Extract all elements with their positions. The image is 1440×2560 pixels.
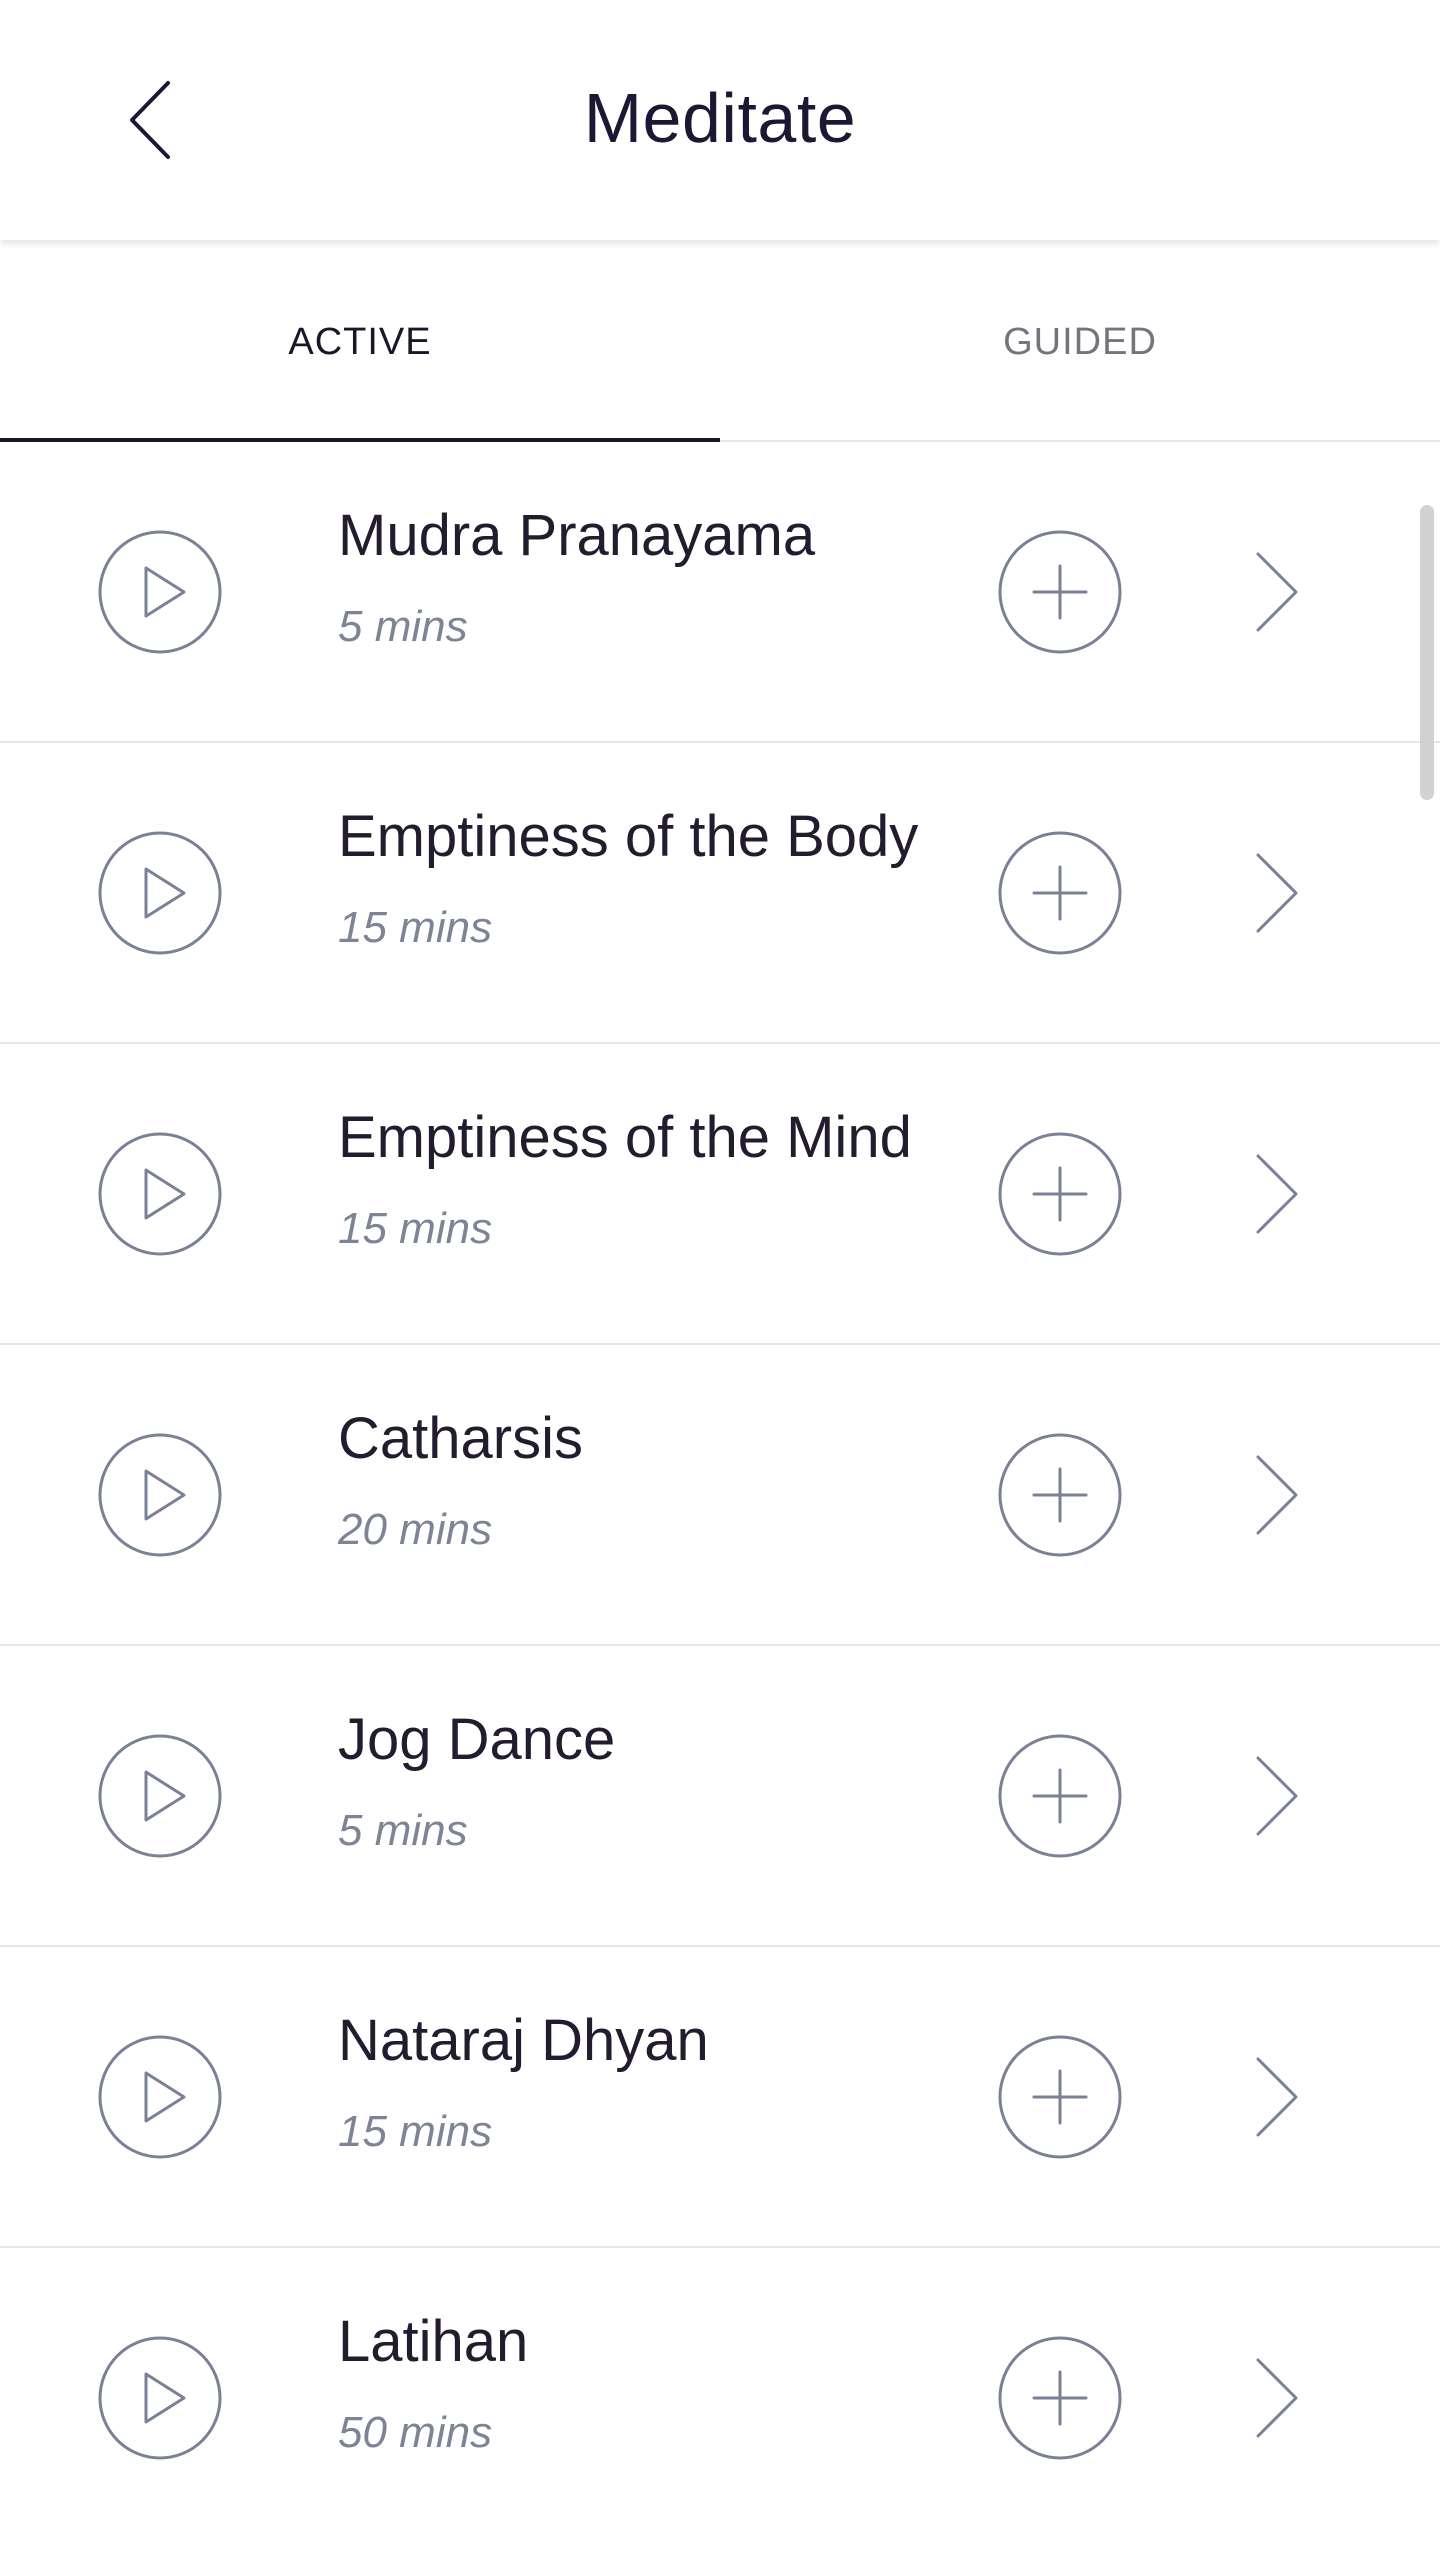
item-duration: 50 mins — [338, 2408, 493, 2457]
play-button[interactable] — [96, 2033, 224, 2161]
tab-active[interactable]: ACTIVE — [0, 244, 720, 440]
chevron-right-icon[interactable] — [1236, 1445, 1316, 1545]
item-title: Nataraj Dhyan — [338, 2008, 709, 2073]
chevron-right-icon[interactable] — [1236, 843, 1316, 943]
play-button[interactable] — [96, 1732, 224, 1860]
list-item[interactable]: Catharsis 20 mins — [0, 1345, 1440, 1646]
item-duration: 5 mins — [338, 1806, 468, 1855]
item-duration: 15 mins — [338, 2107, 493, 2156]
play-button[interactable] — [96, 829, 224, 957]
play-button[interactable] — [96, 1130, 224, 1258]
list-item[interactable]: Nataraj Dhyan 15 mins — [0, 1947, 1440, 2248]
add-button[interactable] — [996, 2033, 1124, 2161]
chevron-right-icon[interactable] — [1236, 2348, 1316, 2448]
item-title: Catharsis — [338, 1406, 583, 1471]
list-item[interactable]: Latihan 50 mins — [0, 2248, 1440, 2549]
item-duration: 5 mins — [338, 602, 468, 651]
scrollbar-thumb[interactable] — [1420, 505, 1434, 800]
list-item[interactable]: Emptiness of the Mind 15 mins — [0, 1044, 1440, 1345]
list-item[interactable]: Mudra Pranayama 5 mins — [0, 442, 1440, 743]
chevron-right-icon[interactable] — [1236, 1746, 1316, 1846]
item-duration: 20 mins — [338, 1505, 493, 1554]
chevron-right-icon[interactable] — [1236, 1144, 1316, 1244]
item-title: Latihan — [338, 2309, 529, 2374]
item-duration: 15 mins — [338, 1204, 493, 1253]
play-button[interactable] — [96, 2334, 224, 2462]
add-button[interactable] — [996, 1431, 1124, 1559]
chevron-right-icon[interactable] — [1236, 2047, 1316, 2147]
header-bar: Meditate — [0, 0, 1440, 240]
tab-bar: ACTIVE GUIDED — [0, 244, 1440, 442]
list-item[interactable]: Jog Dance 5 mins — [0, 1646, 1440, 1947]
add-button[interactable] — [996, 2334, 1124, 2462]
item-duration: 15 mins — [338, 903, 493, 952]
page-title: Meditate — [583, 79, 857, 157]
tab-guided[interactable]: GUIDED — [720, 244, 1440, 440]
list-item[interactable]: Emptiness of the Body 15 mins — [0, 743, 1440, 1044]
item-title: Jog Dance — [338, 1707, 616, 1772]
item-title: Emptiness of the Mind — [338, 1105, 912, 1170]
meditation-list: Mudra Pranayama 5 mins Emptiness of the … — [0, 442, 1440, 2549]
chevron-right-icon[interactable] — [1236, 542, 1316, 642]
item-title: Emptiness of the Body — [338, 804, 919, 869]
play-button[interactable] — [96, 528, 224, 656]
add-button[interactable] — [996, 1732, 1124, 1860]
item-title: Mudra Pranayama — [338, 503, 816, 568]
add-button[interactable] — [996, 1130, 1124, 1258]
meditate-screen: Meditate ACTIVE GUIDED Mudra Pranayama 5… — [0, 0, 1440, 2560]
add-button[interactable] — [996, 528, 1124, 656]
active-tab-indicator — [0, 438, 720, 442]
add-button[interactable] — [996, 829, 1124, 957]
play-button[interactable] — [96, 1431, 224, 1559]
